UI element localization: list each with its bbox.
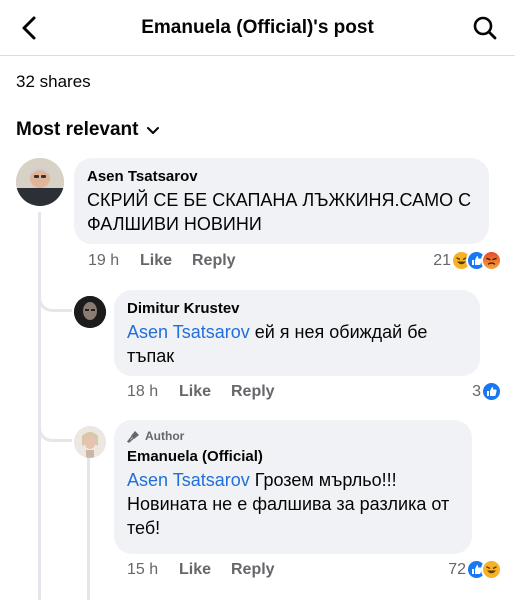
author-badge-label: Author xyxy=(145,429,185,443)
like-reaction-icon xyxy=(481,381,502,402)
mention-link[interactable]: Asen Tsatsarov xyxy=(127,322,250,342)
comment-actions: 15 h Like Reply xyxy=(127,561,275,579)
shares-count[interactable]: 32 shares xyxy=(16,72,91,92)
comment-actions: 18 h Like Reply xyxy=(127,383,275,401)
reaction-summary[interactable]: 72 xyxy=(448,559,502,580)
sort-dropdown[interactable]: Most relevant xyxy=(16,119,160,141)
comment-actions: 19 h Like Reply xyxy=(88,252,236,270)
angry-reaction-icon xyxy=(481,250,502,271)
microphone-icon xyxy=(127,430,139,443)
avatar[interactable] xyxy=(16,158,64,206)
chevron-down-icon xyxy=(147,127,160,134)
comment-text: Asen Tsatsarov Грозем мърльо!!! Новината… xyxy=(127,468,459,540)
search-button[interactable] xyxy=(469,12,501,44)
comment-author[interactable]: Dimitur Krustev xyxy=(127,299,467,318)
comment-bubble[interactable]: Author Emanuela (Official) Asen Tsatsaro… xyxy=(114,420,472,554)
comment-text: Asen Tsatsarov ей я нея обиждай бе тъпак xyxy=(127,320,467,368)
reaction-count: 3 xyxy=(472,382,481,400)
top-bar: Emanuela (Official)'s post xyxy=(0,0,515,56)
sort-label: Most relevant xyxy=(16,119,139,140)
search-icon xyxy=(473,16,497,40)
thread-line xyxy=(38,212,41,600)
author-badge: Author xyxy=(127,429,459,443)
like-button[interactable]: Like xyxy=(140,252,192,270)
comment-author[interactable]: Emanuela (Official) xyxy=(127,447,459,466)
reaction-count: 72 xyxy=(448,560,466,578)
reply-button[interactable]: Reply xyxy=(192,252,236,270)
reaction-summary[interactable]: 21 xyxy=(433,250,502,271)
comment-text: СКРИЙ СЕ БЕ СКАПАНА ЛЪЖКИНЯ.САМО С ФАЛШИ… xyxy=(87,190,472,234)
like-button[interactable]: Like xyxy=(179,561,231,579)
page-title: Emanuela (Official)'s post xyxy=(141,17,374,38)
comment-time[interactable]: 15 h xyxy=(127,561,179,579)
reaction-count: 21 xyxy=(433,251,451,269)
comment-time[interactable]: 18 h xyxy=(127,383,179,401)
comment-author[interactable]: Asen Tsatsarov xyxy=(87,167,476,186)
avatar[interactable] xyxy=(74,426,106,458)
thread-connector xyxy=(38,410,72,442)
reaction-summary[interactable]: 3 xyxy=(472,381,502,402)
comment-bubble[interactable]: Asen Tsatsarov СКРИЙ СЕ БЕ СКАПАНА ЛЪЖКИ… xyxy=(74,158,489,244)
like-button[interactable]: Like xyxy=(179,383,231,401)
reply-button[interactable]: Reply xyxy=(231,383,275,401)
avatar[interactable] xyxy=(74,296,106,328)
mention-link[interactable]: Asen Tsatsarov xyxy=(127,470,250,490)
thread-line xyxy=(87,458,90,600)
reply-button[interactable]: Reply xyxy=(231,561,275,579)
thread-connector xyxy=(38,280,72,312)
comment-bubble[interactable]: Dimitur Krustev Asen Tsatsarov ей я нея … xyxy=(114,290,480,376)
comment-time[interactable]: 19 h xyxy=(88,252,140,270)
haha-reaction-icon xyxy=(481,559,502,580)
